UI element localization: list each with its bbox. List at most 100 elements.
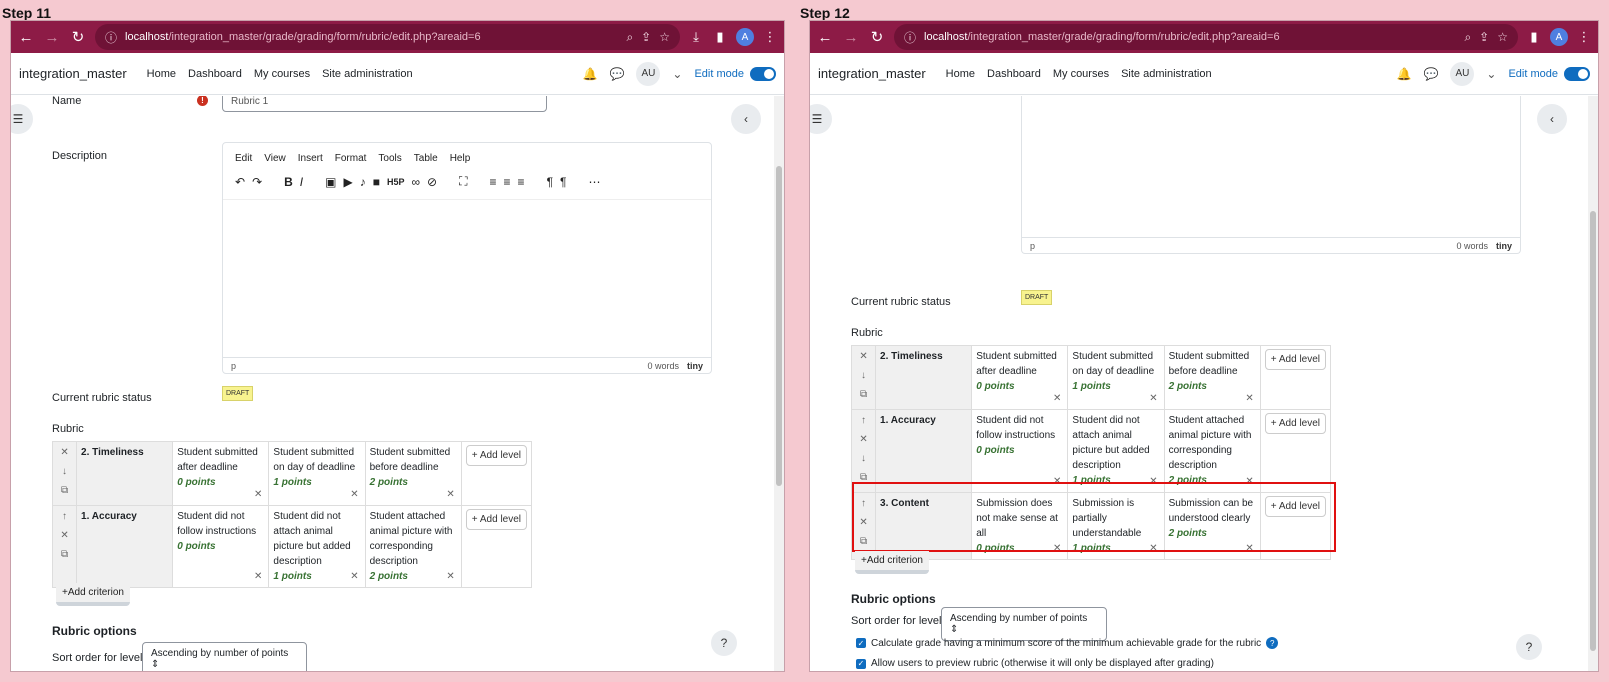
level-definition[interactable]: Student did not attach animal picture bu… [1072,413,1159,473]
nav-home[interactable]: Home [147,68,176,80]
level-cell[interactable]: Student submitted after deadline 0 points… [172,441,270,506]
help-icon[interactable]: ? [711,630,737,656]
add-level-button[interactable]: + Add level [1264,413,1326,434]
microphone-icon[interactable]: ♪ [360,175,366,189]
redo-icon[interactable]: ↷ [252,175,262,189]
ltr-icon[interactable]: ¶ [547,175,553,189]
level-points[interactable]: 2 points [370,475,457,490]
delete-level-icon[interactable]: ✕ [446,487,454,502]
chevron-down-icon[interactable]: ⌄ [672,67,682,81]
profile-avatar[interactable]: A [736,28,754,46]
help-icon[interactable]: ? [1516,634,1542,660]
level-cell[interactable]: Student did not follow instructions 0 poi… [971,409,1069,493]
help-icon[interactable]: ? [1266,637,1279,649]
level-cell[interactable]: Student did not attach animal picture bu… [268,505,366,588]
checkbox-checked[interactable]: ✓ [856,658,866,669]
level-points[interactable]: 1 points [1072,379,1159,394]
chevron-down-icon[interactable]: ⌄ [1486,67,1496,81]
align-right-icon[interactable]: ≡ [518,175,525,189]
align-center-icon[interactable]: ≡ [504,175,511,189]
media-icon[interactable]: ▶ [343,175,352,189]
user-avatar[interactable]: AU [1450,61,1475,86]
nav-site-admin[interactable]: Site administration [322,68,413,80]
preview-checkbox-row[interactable]: ✓ Allow users to preview rubric (otherwi… [856,658,1214,669]
site-info-icon[interactable]: ⓘ [105,29,117,46]
nav-my-courses[interactable]: My courses [1053,68,1109,80]
bookmark-star-icon[interactable]: ☆ [1497,30,1508,44]
move-up-icon[interactable]: ↑ [57,509,72,528]
level-points[interactable]: 0 points [976,443,1063,458]
forward-icon[interactable]: → [842,29,860,46]
delete-level-icon[interactable]: ✕ [350,569,358,584]
block-drawer-chevron-icon[interactable]: ‹ [731,104,761,134]
delete-icon[interactable]: ✕ [57,528,72,547]
kebab-menu-icon[interactable]: ⋮ [1576,29,1592,45]
video-icon[interactable]: ■ [373,175,380,189]
description-editor[interactable]: Edit View Insert Format Tools Table Help… [222,142,712,374]
messages-icon[interactable]: 💬 [609,67,624,81]
rtl-icon[interactable]: ¶ [560,175,566,189]
move-down-icon[interactable]: ↓ [57,464,72,483]
criterion-description[interactable]: 1. Accuracy [76,505,174,588]
site-brand[interactable]: integration_master [818,66,926,81]
fullscreen-icon[interactable]: ⛶ [459,174,467,189]
level-definition[interactable]: Student did not follow instructions [976,413,1063,443]
min-score-checkbox-row[interactable]: ✓ Calculate grade having a minimum score… [856,637,1279,649]
bookmark-star-icon[interactable]: ☆ [659,30,670,44]
menu-help[interactable]: Help [450,153,471,164]
menu-edit[interactable]: Edit [235,153,252,164]
level-points[interactable]: 0 points [177,539,264,554]
level-cell[interactable]: Student submitted before deadline 2 point… [1163,345,1261,410]
bell-icon[interactable]: 🔔 [583,67,598,81]
level-definition[interactable]: Student submitted before deadline [1169,349,1256,379]
level-points[interactable]: 2 points [1169,379,1256,394]
zoom-icon[interactable]: ⌕ [626,30,633,45]
move-down-icon[interactable]: ↓ [856,451,871,470]
toggle-switch[interactable] [750,66,776,81]
undo-icon[interactable]: ↶ [235,175,245,189]
user-avatar[interactable]: AU [636,61,661,86]
level-definition[interactable]: Student submitted after deadline [976,349,1063,379]
nav-home[interactable]: Home [946,68,975,80]
menu-format[interactable]: Format [335,153,367,164]
duplicate-icon[interactable]: ⧉ [856,387,871,406]
bell-icon[interactable]: 🔔 [1397,67,1412,81]
name-input[interactable]: Rubric 1 [222,96,547,112]
edit-mode-toggle[interactable]: Edit mode [1508,66,1590,81]
level-cell[interactable]: Student submitted on day of deadline 1 po… [268,441,366,506]
menu-table[interactable]: Table [414,153,438,164]
address-bar[interactable]: ⓘ localhost/integration_master/grade/gra… [894,24,1518,50]
page-scrollbar[interactable] [1588,96,1598,671]
share-icon[interactable]: ⇪ [1479,30,1489,44]
bold-icon[interactable]: B [284,175,293,189]
duplicate-icon[interactable]: ⧉ [57,483,72,502]
sort-order-select[interactable]: Ascending by number of points ⇕ [142,642,307,671]
course-index-icon[interactable]: ☰ [810,104,832,134]
nav-my-courses[interactable]: My courses [254,68,310,80]
nav-dashboard[interactable]: Dashboard [188,68,242,80]
align-left-icon[interactable]: ≡ [490,175,497,189]
course-index-icon[interactable]: ☰ [11,104,33,134]
image-icon[interactable]: ▣ [325,175,336,189]
address-bar[interactable]: ⓘ localhost/integration_master/grade/gra… [95,24,680,50]
forward-icon[interactable]: → [43,29,61,46]
download-icon[interactable]: ⤓ [688,29,704,45]
delete-level-icon[interactable]: ✕ [446,569,454,584]
add-level-button[interactable]: + Add level [465,445,527,466]
page-scrollbar[interactable] [774,96,784,671]
delete-icon[interactable]: ✕ [856,432,871,451]
site-info-icon[interactable]: ⓘ [904,29,916,46]
level-cell[interactable]: Student submitted on day of deadline 1 po… [1067,345,1165,410]
checkbox-checked[interactable]: ✓ [856,638,866,648]
delete-level-icon[interactable]: ✕ [1053,391,1061,406]
criterion-description[interactable]: 2. Timeliness [76,441,174,506]
level-definition[interactable]: Student did not attach animal picture bu… [273,509,360,569]
add-level-button[interactable]: + Add level [1264,349,1326,370]
delete-level-icon[interactable]: ✕ [1149,391,1157,406]
level-points[interactable]: 1 points [273,569,360,584]
messages-icon[interactable]: 💬 [1423,67,1438,81]
share-icon[interactable]: ⇪ [641,30,651,44]
delete-level-icon[interactable]: ✕ [254,487,262,502]
delete-level-icon[interactable]: ✕ [350,487,358,502]
level-cell[interactable]: Student attached animal picture with cor… [364,505,462,588]
